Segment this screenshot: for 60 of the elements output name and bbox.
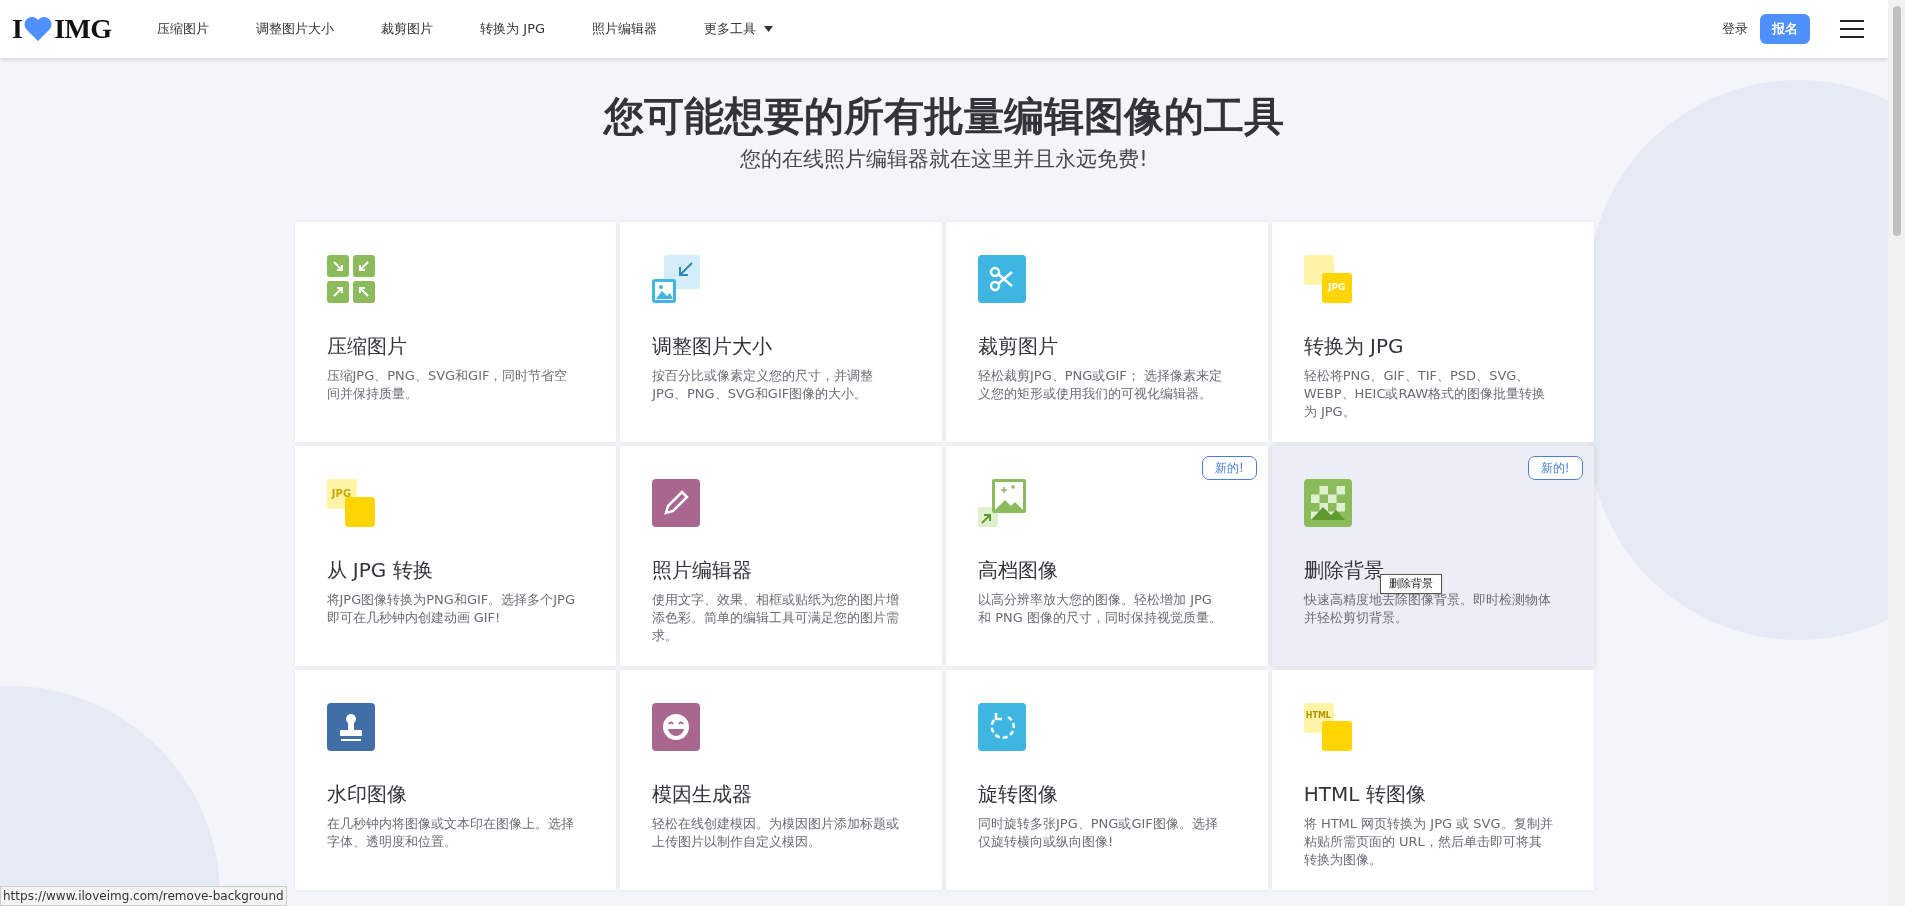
new-badge: 新的! [1527, 455, 1583, 480]
tool-card[interactable]: 新的! 删除背景 删除背景 快速高精度地去除图像背景。即时检测物体并轻松剪切背景。 [1271, 445, 1594, 666]
laughing-face-icon [652, 702, 701, 751]
tool-card[interactable]: 照片编辑器 使用文字、效果、相框或贴纸为您的图片增添色彩。简单的编辑工具可满足您的图片需求。 [620, 445, 942, 666]
nav-link[interactable]: 调整图片大小 [256, 19, 335, 39]
scrollbar[interactable] [1888, 0, 1905, 906]
tool-description: 轻松裁剪JPG、PNG或GIF； 选择像素来定义您的矩形或使用我们的可视化编辑器。 [978, 366, 1223, 403]
stamp-icon [326, 702, 375, 751]
tool-card[interactable]: 裁剪图片 轻松裁剪JPG、PNG或GIF； 选择像素来定义您的矩形或使用我们的可视化编辑器。 [946, 221, 1268, 442]
caret-icon [764, 26, 774, 32]
upscale-icon [978, 478, 1026, 527]
tool-description: 将 HTML 网页转换为 JPG 或 SVG。复制并粘贴所需页面的 URL，然后单击即可将其转换为图像。 [1303, 814, 1554, 869]
tool-description: 以高分辨率放大您的图像。轻松增加 JPG 和 PNG 图像的尺寸，同时保持视觉质量。 [978, 590, 1223, 627]
nav-link[interactable]: 压缩图片 [157, 19, 210, 39]
logo[interactable]: I IMG [12, 8, 112, 50]
tool-description: 压缩JPG、PNG、SVG和GIF，同时节省空间并保持质量。 [326, 366, 569, 403]
nav-link[interactable]: 转换为 JPG [480, 19, 546, 39]
tool-description: 同时旋转多张JPG、PNG或GIF图像。选择仅旋转横向或纵向图像! [978, 814, 1219, 851]
tool-title: 模因生成器 [652, 780, 754, 807]
tool-description: 在几秒钟内将图像或文本印在图像上。选择字体、透明度和位置。 [326, 814, 575, 851]
tool-title: 照片编辑器 [652, 556, 754, 583]
tool-title: 压缩图片 [326, 332, 408, 359]
tooltip: 删除背景 [1379, 573, 1442, 594]
tool-card[interactable]: JPG 转换为 JPG 轻松将PNG、GIF、TIF、PSD、SVG、WEBP、HEIC或RAW格式的图像批量转换为 JPG。 [1271, 221, 1594, 442]
tool-title: HTML 转图像 [1303, 780, 1427, 807]
tool-card[interactable]: 新的! 高档图像 以高分辨率放大您的图像。轻松增加 JPG 和 PNG 图像的尺寸，同时保持视觉质量。 [946, 445, 1268, 666]
tool-title: 调整图片大小 [652, 332, 774, 359]
status-bar-url[interactable]: https://www.iloveimg.com/remove-background [0, 886, 287, 906]
tool-card[interactable]: 水印图像 在几秒钟内将图像或文本印在图像上。选择字体、透明度和位置。 [294, 669, 617, 890]
tool-title: 高档图像 [978, 556, 1059, 583]
tool-title: 转换为 JPG [1303, 332, 1405, 359]
tool-card[interactable]: 旋转图像 同时旋转多张JPG、PNG或GIF图像。选择仅旋转横向或纵向图像! [946, 669, 1268, 890]
tool-card[interactable]: 压缩图片 压缩JPG、PNG、SVG和GIF，同时节省空间并保持质量。 [294, 221, 617, 442]
rotate-icon [978, 702, 1026, 751]
page-title: 您可能想要的所有批量编辑图像的工具 [604, 92, 1284, 141]
tool-card[interactable]: HTML HTML 转图像 将 HTML 网页转换为 JPG 或 SVG。复制并粘贴所需页面的 URL，然后单击即可将其转换为图像。 [1271, 669, 1594, 890]
nav-link[interactable]: 照片编辑器 [592, 19, 658, 39]
scissors-icon [978, 254, 1026, 303]
tool-title: 裁剪图片 [978, 332, 1059, 359]
menu-icon[interactable] [1840, 19, 1864, 39]
tool-description: 轻松将PNG、GIF、TIF、PSD、SVG、WEBP、HEIC或RAW格式的图像批量转换为 JPG。 [1303, 366, 1547, 421]
remove-background-icon [1303, 478, 1352, 527]
tool-description: 将JPG图像转换为PNG和GIF。选择多个JPG即可在几秒钟内创建动画 GIF! [326, 590, 577, 627]
tool-description: 使用文字、效果、相框或贴纸为您的图片增添色彩。简单的编辑工具可满足您的图片需求。 [652, 590, 901, 645]
tool-card[interactable]: 模因生成器 轻松在线创建模因。为模因图片添加标题或上传图片以制作自定义模因。 [620, 669, 942, 890]
tool-title: 水印图像 [326, 780, 408, 807]
new-badge: 新的! [1201, 455, 1257, 480]
tool-description: 轻松在线创建模因。为模因图片添加标题或上传图片以制作自定义模因。 [652, 814, 901, 851]
tool-card[interactable]: JPG 从 JPG 转换 将JPG图像转换为PNG和GIF。选择多个JPG即可在几秒钟内创建动画 GIF! [294, 445, 617, 666]
resize-icon [652, 254, 701, 303]
tool-card[interactable]: 调整图片大小 按百分比或像素定义您的尺寸，并调整JPG、PNG、SVG和GIF图像的大小。 [620, 221, 942, 442]
nav-link[interactable]: 更多工具 [704, 19, 774, 39]
compress-icon [326, 254, 375, 303]
tool-title: 从 JPG 转换 [326, 556, 434, 583]
tool-description: 按百分比或像素定义您的尺寸，并调整JPG、PNG、SVG和GIF图像的大小。 [652, 366, 875, 403]
page-subtitle: 您的在线照片编辑器就在这里并且永远免费! [740, 146, 1148, 173]
tool-title: 旋转图像 [978, 780, 1059, 807]
pencil-icon [652, 478, 701, 527]
login-link[interactable]: 登录 [1722, 19, 1748, 39]
nav-link[interactable]: 裁剪图片 [381, 19, 434, 39]
